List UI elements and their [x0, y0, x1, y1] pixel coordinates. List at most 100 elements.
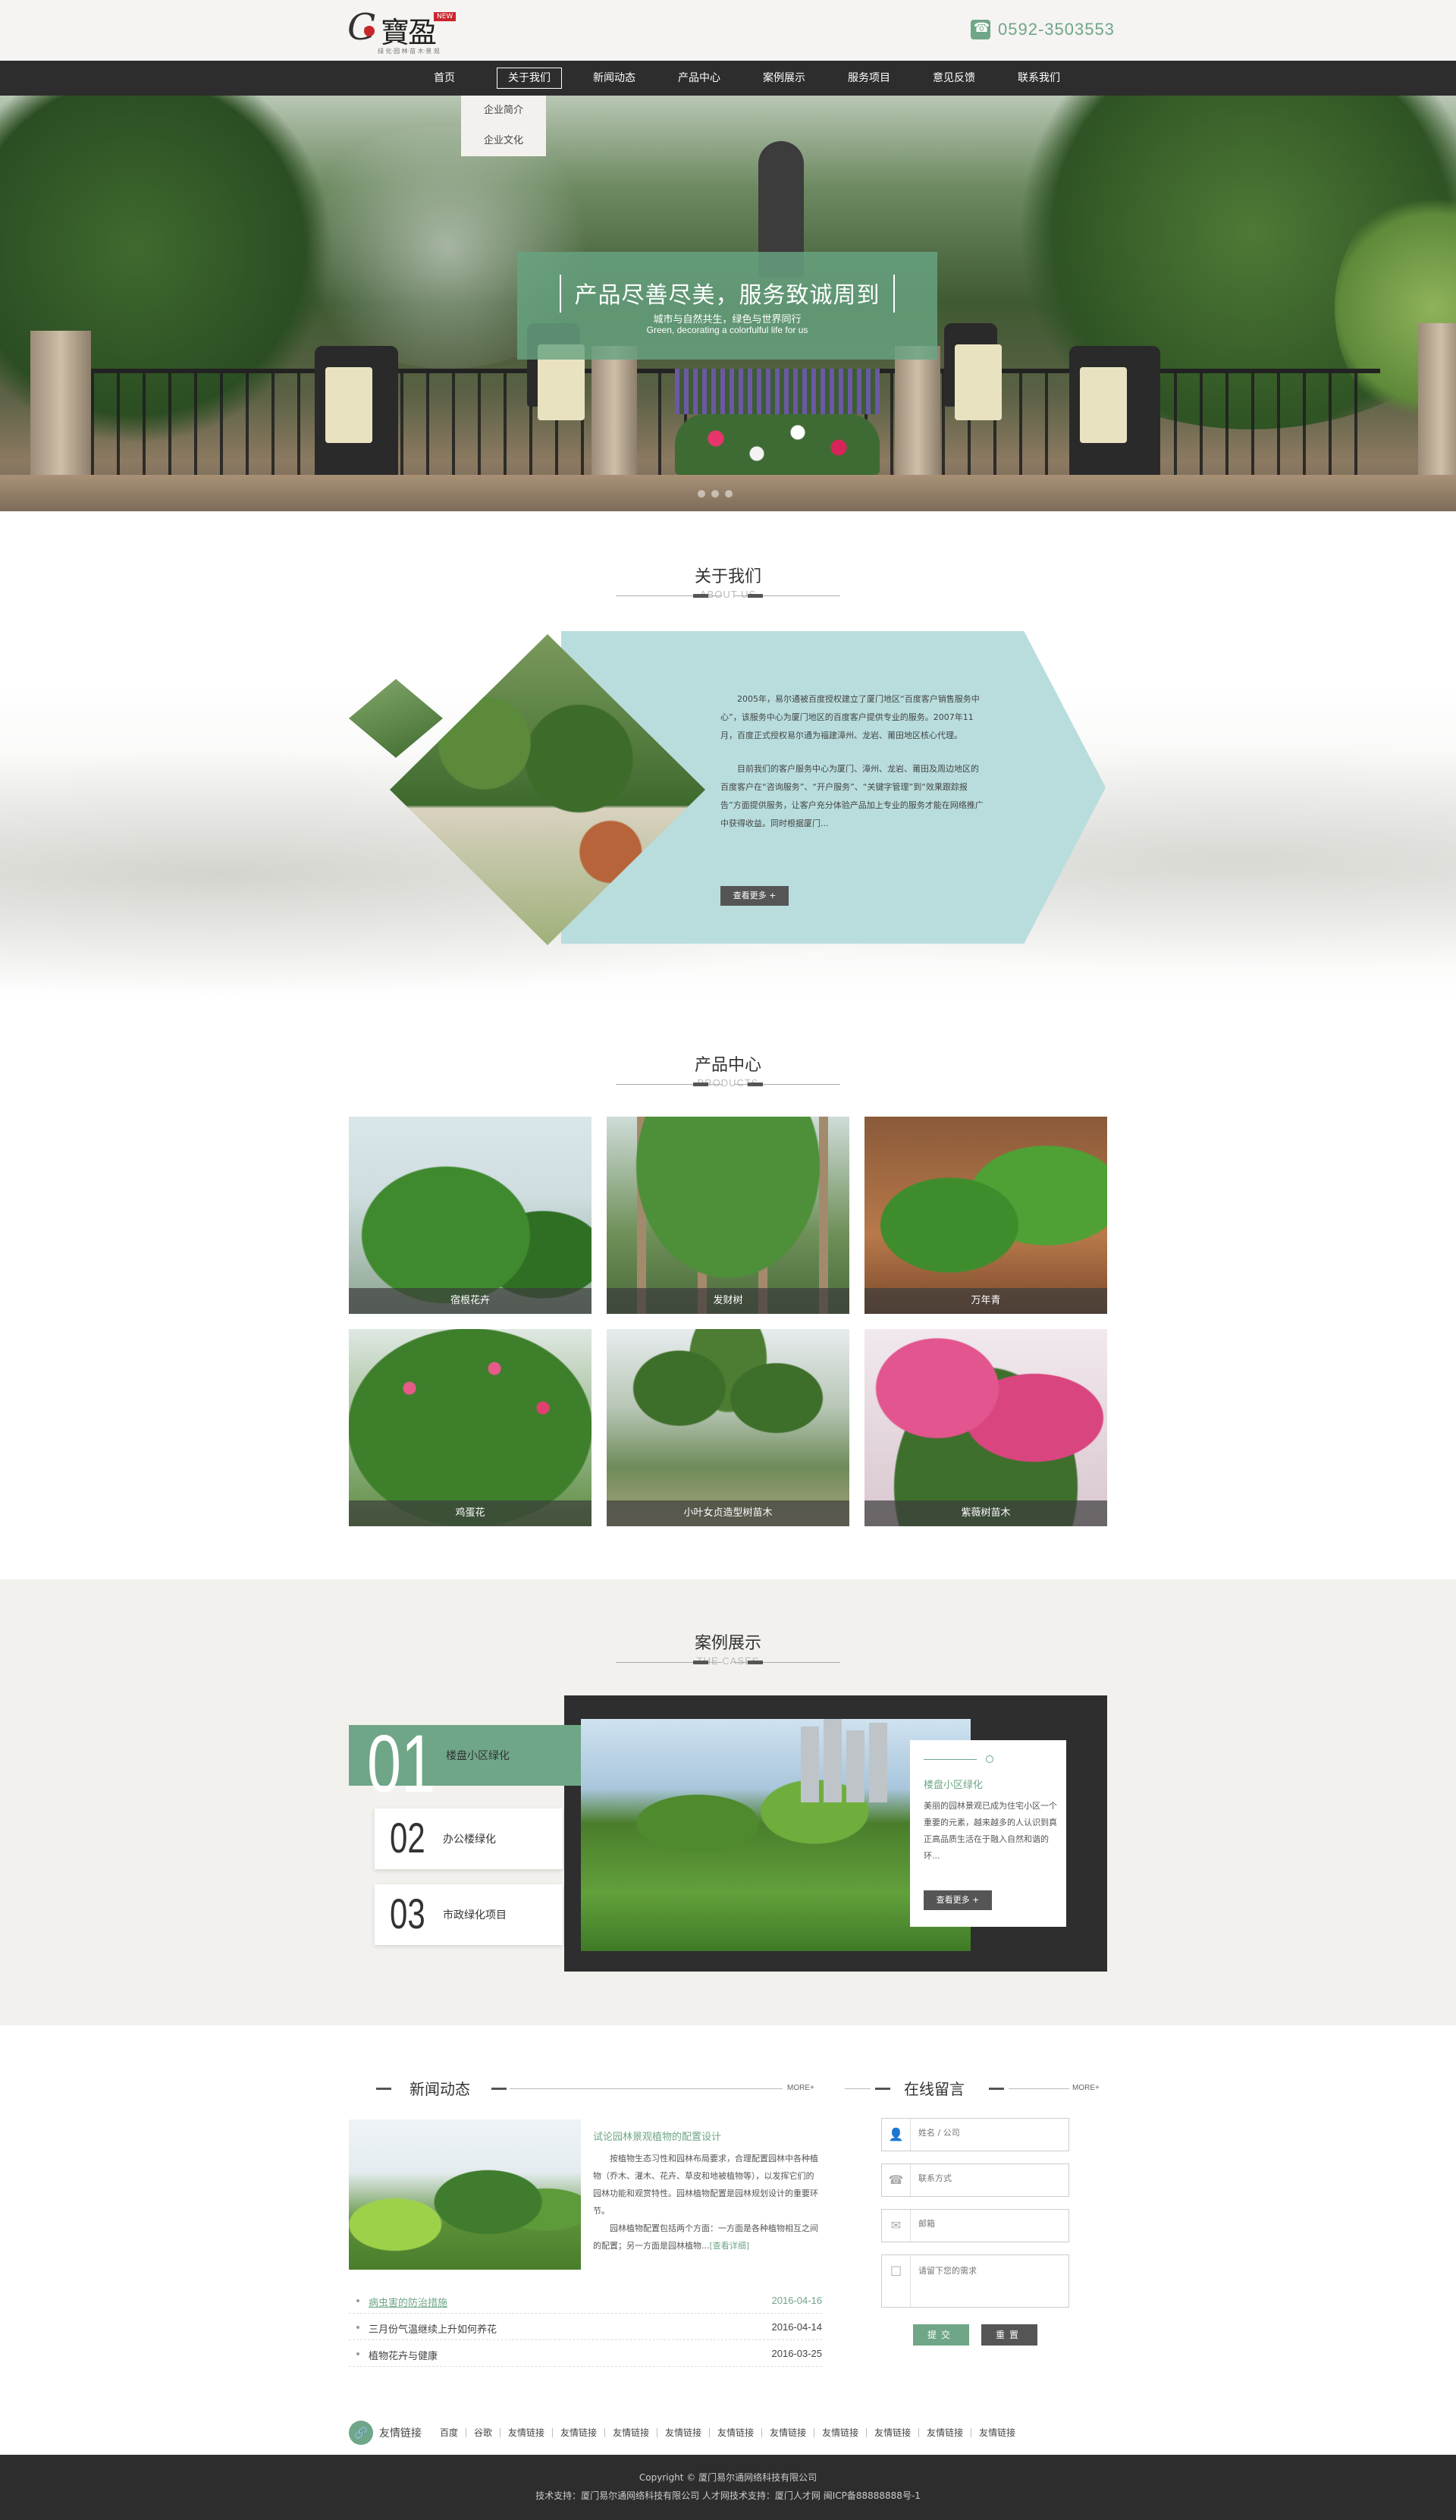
email-input[interactable]	[918, 2219, 1062, 2229]
slider-dot[interactable]	[711, 490, 719, 498]
friend-link[interactable]: 友情链接	[971, 2428, 1023, 2437]
pillar	[592, 346, 637, 475]
news-more-link[interactable]: MORE+	[787, 2084, 814, 2092]
case-detail-card: 楼盘小区绿化 美丽的园林景观已成为住宅小区一个重要的元素，越来越多的人认识到真正…	[910, 1740, 1066, 1927]
case-more-button[interactable]: 查看更多 +	[924, 1890, 992, 1910]
product-card[interactable]: 小叶女贞造型树苗木	[607, 1329, 849, 1526]
nav-label: 服务项目	[848, 72, 890, 84]
about-dropdown-menu: 企业简介 企业文化	[461, 96, 546, 156]
nav-label: 新闻动态	[593, 72, 635, 84]
reset-button[interactable]: 重置	[981, 2324, 1037, 2346]
nav-products[interactable]: 产品中心	[657, 61, 742, 96]
case-tab-municipal[interactable]: 03 市政绿化项目	[375, 1884, 563, 1945]
heading-line	[875, 2088, 890, 2090]
pillar	[1418, 323, 1456, 482]
name-input[interactable]	[918, 2128, 1062, 2138]
dropdown-item-profile[interactable]: 企业简介	[461, 96, 546, 126]
news-lead-paragraph-text: 园林植物配置包括两个方面：一方面是各种植物相互之间的配置；另一方面是园林植物..…	[593, 2223, 818, 2251]
slider-dot[interactable]	[725, 490, 733, 498]
news-lead-photo[interactable]	[349, 2119, 581, 2270]
lamp-center-right	[944, 323, 1002, 420]
news-item-date: 2016-03-25	[771, 2348, 823, 2359]
case-card-title: 楼盘小区绿化	[924, 1780, 984, 1791]
header: G 寶盈 NEW 绿 化·园 林·苗 木·景 观 0592-3503553	[0, 0, 1456, 61]
news-heading: 新闻动态 MORE+	[349, 2077, 822, 2100]
friend-link[interactable]: 百度	[432, 2428, 466, 2437]
news-list-item[interactable]: 植物花卉与健康 2016-03-25	[349, 2341, 822, 2367]
nav-home[interactable]: 首页	[402, 61, 487, 96]
product-card[interactable]: 万年青	[864, 1117, 1107, 1314]
email-field[interactable]: ✉	[881, 2209, 1069, 2242]
name-field[interactable]: 👤	[881, 2118, 1069, 2151]
banner-title: 产品尽善尽美，服务致诚周到	[574, 282, 880, 309]
product-name: 紫薇树苗木	[864, 1500, 1107, 1526]
product-image	[864, 1117, 1107, 1314]
news-lead-paragraph: 园林植物配置包括两个方面：一方面是各种植物相互之间的配置；另一方面是园林植物..…	[593, 2220, 821, 2254]
friend-link[interactable]: 友情链接	[500, 2428, 552, 2437]
case-tab-residential[interactable]: 01 楼盘小区绿化	[349, 1717, 581, 1809]
friend-link[interactable]: 友情链接	[604, 2428, 657, 2437]
user-icon: 👤	[882, 2119, 911, 2151]
friend-link[interactable]: 友情链接	[657, 2428, 709, 2437]
about-more-button[interactable]: 查看更多 +	[720, 886, 789, 906]
friend-link[interactable]: 友情链接	[814, 2428, 866, 2437]
nav-about[interactable]: 关于我们	[487, 61, 572, 96]
news-item-date: 2016-04-16	[771, 2295, 823, 2306]
nav-cases[interactable]: 案例展示	[742, 61, 827, 96]
pillar	[895, 346, 940, 475]
news-detail-link[interactable]: [查看详细]	[710, 2241, 750, 2251]
heading-line	[376, 2088, 391, 2090]
need-textarea[interactable]	[918, 2264, 1062, 2284]
building	[846, 1730, 864, 1802]
nav-contact[interactable]: 联系我们	[996, 61, 1081, 96]
friend-link[interactable]: 友情链接	[761, 2428, 814, 2437]
nav-label: 首页	[434, 72, 455, 84]
news-list-item[interactable]: 三月份气温继续上升如何养花 2016-04-14	[349, 2314, 822, 2340]
news-item-title: 植物花卉与健康	[369, 2351, 438, 2362]
nav-news[interactable]: 新闻动态	[572, 61, 657, 96]
friend-link[interactable]: 友情链接	[709, 2428, 761, 2437]
case-tab-label: 楼盘小区绿化	[446, 1750, 510, 1762]
message-icon: □	[882, 2255, 911, 2307]
main-nav: 首页 关于我们 新闻动态 产品中心 案例展示 服务项目 意见反馈 联系我们	[0, 61, 1456, 96]
product-card[interactable]: 宿根花卉	[349, 1117, 592, 1314]
heading-line	[491, 2088, 507, 2090]
nav-services[interactable]: 服务项目	[827, 61, 912, 96]
nav-feedback[interactable]: 意见反馈	[912, 61, 996, 96]
news-lead-summary: 按植物生态习性和园林布局要求，合理配置园林中各种植物（乔木、灌木、花卉、草皮和地…	[593, 2150, 821, 2254]
logo-tagline: 绿 化·园 林·苗 木·景 观	[378, 48, 440, 55]
product-name: 小叶女贞造型树苗木	[607, 1500, 849, 1526]
slider-dot[interactable]	[698, 490, 705, 498]
footer-support: 技术支持：厦门易尔通网络科技有限公司 人才网技术支持：厦门人才网 闽ICP备88…	[535, 2490, 921, 2501]
dropdown-item-culture[interactable]: 企业文化	[461, 126, 546, 156]
contact-input[interactable]	[918, 2173, 1062, 2183]
friend-link[interactable]: 谷歌	[466, 2428, 500, 2437]
product-name: 宿根花卉	[349, 1288, 592, 1314]
card-circle-icon	[986, 1755, 993, 1763]
banner-slogan-box: 产品尽善尽美，服务致诚周到 城市与自然共生，绿色与世界同行 Green, dec…	[517, 252, 937, 360]
about-paragraph: 目前我们的客户服务中心为厦门、漳州、龙岩、莆田及周边地区的百度客户在“咨询服务”…	[720, 764, 984, 828]
case-tab-office[interactable]: 02 办公楼绿化	[375, 1808, 563, 1869]
friend-link[interactable]: 友情链接	[552, 2428, 604, 2437]
news-lead-title[interactable]: 试论园林景观植物的配置设计	[593, 2129, 721, 2143]
product-card[interactable]: 紫薇树苗木	[864, 1329, 1107, 1526]
news-list-item[interactable]: 病虫害的防治措施 2016-04-16	[349, 2288, 822, 2314]
product-image	[864, 1329, 1107, 1526]
submit-button[interactable]: 提交	[913, 2324, 969, 2346]
logo[interactable]: G 寶盈 NEW 绿 化·园 林·苗 木·景 观	[347, 6, 457, 55]
nav-label: 联系我们	[1018, 72, 1060, 84]
contact-field[interactable]: ☎	[881, 2163, 1069, 2197]
phone-contact: 0592-3503553	[971, 17, 1115, 42]
banner-subtitle: 城市与自然共生，绿色与世界同行	[653, 314, 802, 325]
logo-new-badge: NEW	[434, 12, 457, 21]
heading-line	[734, 1661, 840, 1664]
product-image	[607, 1117, 849, 1314]
building	[869, 1723, 887, 1802]
need-field[interactable]: □	[881, 2254, 1069, 2308]
mail-icon: ✉	[882, 2210, 911, 2242]
message-more-link[interactable]: MORE+	[1072, 2084, 1100, 2092]
friend-link[interactable]: 友情链接	[866, 2428, 918, 2437]
product-card[interactable]: 鸡蛋花	[349, 1329, 592, 1526]
product-card[interactable]: 发财树	[607, 1117, 849, 1314]
friend-link[interactable]: 友情链接	[918, 2428, 971, 2437]
